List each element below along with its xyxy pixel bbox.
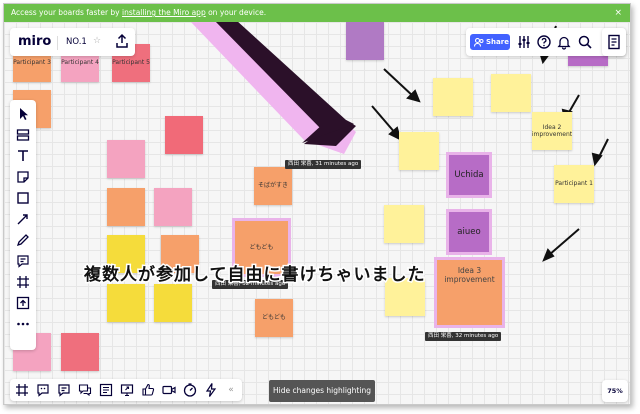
- connector-line-icon[interactable]: [15, 211, 31, 227]
- note-text: どもども: [262, 314, 286, 322]
- close-icon[interactable]: ×: [614, 4, 622, 22]
- sticky-note[interactable]: Idea 2 improvement: [532, 112, 572, 150]
- sticky-note[interactable]: [154, 284, 192, 322]
- share-label: Share: [486, 38, 509, 46]
- sticky-note[interactable]: [346, 22, 384, 60]
- miro-logo[interactable]: miro: [18, 34, 51, 49]
- caption-text: 複数人が参加して自由に書けちゃいました: [83, 264, 426, 287]
- frame-icon[interactable]: [15, 274, 31, 290]
- note-text: どもども: [249, 243, 274, 251]
- chat-icon[interactable]: [77, 382, 93, 398]
- author-label: 西田 栄喜, 31 minutes ago: [285, 160, 362, 169]
- timer-icon[interactable]: [182, 382, 198, 398]
- search-icon[interactable]: [577, 34, 593, 50]
- sticky-note[interactable]: [165, 116, 203, 154]
- banner-text-prefix: Access your boards faster by: [11, 8, 123, 17]
- board-title[interactable]: NO.1: [66, 37, 87, 47]
- video-call-icon[interactable]: [161, 382, 177, 398]
- sticky-note[interactable]: [107, 140, 145, 178]
- users-icon: [474, 38, 484, 47]
- help-icon[interactable]: [536, 34, 552, 50]
- sticky-note[interactable]: aiueo: [449, 212, 489, 252]
- sticky-note[interactable]: [491, 74, 531, 112]
- board-canvas[interactable]: Participant 3 Participant 4 Participant …: [4, 22, 630, 404]
- sticky-note[interactable]: [433, 78, 473, 116]
- collapse-toolbar-icon[interactable]: «: [223, 382, 239, 398]
- vote-like-icon[interactable]: [140, 382, 156, 398]
- star-icon[interactable]: ☆: [93, 36, 101, 46]
- frames-icon[interactable]: [14, 382, 30, 398]
- upload-icon[interactable]: [15, 295, 31, 311]
- activity-bolt-icon[interactable]: [203, 382, 219, 398]
- share-button[interactable]: Share: [470, 34, 510, 50]
- more-tools-icon[interactable]: [15, 316, 31, 332]
- zoom-level[interactable]: 75%: [602, 380, 628, 402]
- comments-icon[interactable]: [56, 382, 72, 398]
- sticky-note[interactable]: [154, 188, 192, 226]
- shape-icon[interactable]: [15, 190, 31, 206]
- author-label: 西田 栄喜, 32 minutes ago: [425, 332, 502, 341]
- note-text: aiueo: [457, 226, 481, 237]
- reactions-icon[interactable]: [35, 382, 51, 398]
- select-cursor-icon[interactable]: [15, 106, 31, 122]
- sticky-note[interactable]: [61, 333, 99, 371]
- notifications-bell-icon[interactable]: [556, 34, 572, 50]
- settings-sliders-icon[interactable]: [516, 34, 532, 50]
- sticky-note[interactable]: [107, 188, 145, 226]
- sticky-note[interactable]: そばがすき: [254, 167, 292, 205]
- note-text: Idea 2 improvement: [531, 123, 573, 138]
- sticky-note[interactable]: どもども: [255, 299, 293, 337]
- sticky-note[interactable]: Idea 3 improvement: [437, 260, 502, 325]
- note-text: Participant 4: [61, 59, 99, 67]
- comment-icon[interactable]: [15, 253, 31, 269]
- screen-share-icon[interactable]: [119, 382, 135, 398]
- sticky-note-icon[interactable]: [15, 169, 31, 185]
- sticky-note[interactable]: [384, 205, 424, 243]
- sticky-note[interactable]: [399, 132, 439, 170]
- banner-text-suffix: on your device.: [205, 8, 267, 17]
- note-text: Participant 5: [112, 59, 150, 67]
- note-text: Uchida: [454, 169, 484, 180]
- pen-icon[interactable]: [15, 232, 31, 248]
- install-app-link[interactable]: installing the Miro app: [122, 8, 206, 17]
- divider: [57, 36, 58, 50]
- note-text: Participant 1: [555, 180, 593, 188]
- note-text: Participant 3: [13, 59, 51, 67]
- install-app-banner: Access your boards faster by installing …: [4, 4, 630, 22]
- notes-panel-button[interactable]: [602, 28, 626, 56]
- collaboration-toolbar: «: [10, 379, 242, 401]
- sticky-note[interactable]: Uchida: [449, 155, 489, 195]
- export-icon[interactable]: [114, 32, 130, 50]
- creation-toolbar: [10, 100, 36, 350]
- text-tool-icon[interactable]: [15, 148, 31, 164]
- note-text: Idea 3 improvement: [444, 266, 495, 284]
- cards-icon[interactable]: [98, 382, 114, 398]
- app-window: Access your boards faster by installing …: [3, 3, 631, 405]
- hide-changes-button[interactable]: Hide changes highlighting: [269, 380, 375, 402]
- board-header: miro NO.1 ☆: [10, 28, 135, 56]
- note-text: そばがすき: [257, 182, 288, 190]
- sticky-note[interactable]: [107, 284, 145, 322]
- document-icon: [608, 34, 620, 50]
- sticky-note[interactable]: Participant 1: [554, 165, 594, 203]
- templates-icon[interactable]: [15, 127, 31, 143]
